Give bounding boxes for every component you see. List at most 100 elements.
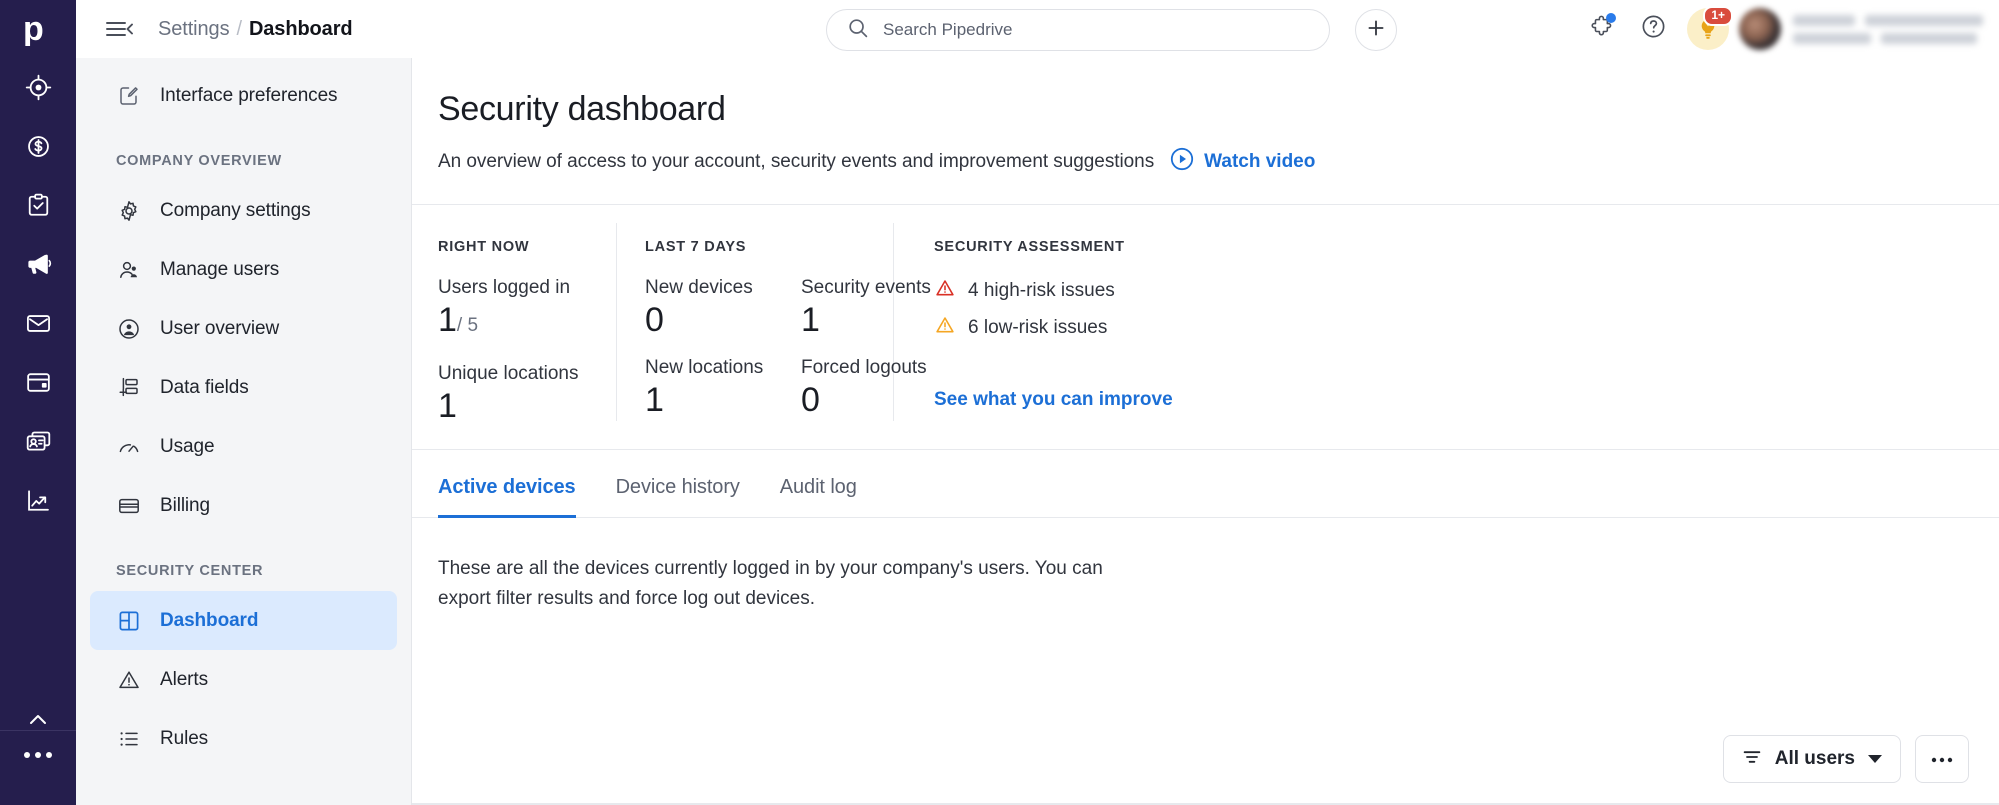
rail-more-dots-icon[interactable] (0, 752, 76, 758)
add-button[interactable] (1355, 9, 1397, 51)
page-header: Security dashboard An overview of access… (412, 58, 1999, 176)
search-placeholder: Search Pipedrive (883, 20, 1013, 39)
dashboard-grid-icon (116, 608, 142, 634)
stats-assessment-label: SECURITY ASSESSMENT (934, 239, 1125, 255)
notification-dot (1606, 13, 1616, 23)
stats-last-7-days-label: LAST 7 DAYS (645, 239, 747, 255)
tab-bar: Active devices Device history Audit log (412, 450, 1999, 518)
help-button[interactable] (1627, 0, 1679, 58)
stats-last-7-days-col-2: Security events 1 Forced logouts 0 (769, 239, 931, 449)
metric-value: 0 (801, 381, 820, 419)
user-circle-icon (116, 316, 142, 342)
assessment-row-high-risk: 4 high-risk issues (934, 277, 1173, 304)
warning-triangle-icon (116, 667, 142, 693)
page-subtitle-row: An overview of access to your account, s… (438, 147, 1999, 176)
sidebar-item-manage-users[interactable]: Manage users (90, 240, 397, 299)
tab-panel-active-devices: These are all the devices currently logg… (412, 518, 1999, 614)
sidebar-item-label: Usage (160, 435, 215, 457)
settings-sidebar: Interface preferences COMPANY OVERVIEW C… (76, 58, 412, 805)
metric-name: Users logged in (438, 277, 571, 298)
chevron-down-icon (1868, 755, 1882, 763)
metric-security-events: Security events 1 (801, 277, 931, 341)
sidebar-item-alerts[interactable]: Alerts (90, 650, 397, 709)
breadcrumb-separator: / (236, 17, 242, 40)
metric-forced-logouts: Forced logouts 0 (801, 357, 927, 421)
rail-item-mail[interactable] (0, 294, 76, 353)
user-menu[interactable] (1739, 8, 1983, 50)
primary-nav-rail: p (0, 0, 76, 805)
sidebar-item-data-fields[interactable]: Data fields (90, 358, 397, 417)
search-input[interactable]: Search Pipedrive (826, 9, 1330, 51)
watch-video-link[interactable]: Watch video (1170, 147, 1315, 176)
tab-active-devices[interactable]: Active devices (438, 450, 576, 518)
user-name-blurred (1793, 14, 1983, 44)
tab-audit-log[interactable]: Audit log (780, 450, 857, 518)
rail-item-insights[interactable] (0, 471, 76, 530)
metric-number: 1 (438, 301, 457, 339)
filter-icon (1742, 747, 1762, 772)
hamburger-collapse-icon[interactable] (104, 18, 134, 40)
top-bar: Settings / Dashboard Search Pipedrive 1+ (76, 0, 1999, 58)
sidebar-item-label: Company settings (160, 199, 311, 221)
metric-name: New locations (645, 357, 764, 378)
sidebar-item-label: User overview (160, 317, 280, 339)
metric-name: Unique locations (438, 363, 579, 384)
rail-divider (0, 730, 76, 731)
sidebar-item-rules[interactable]: Rules (90, 709, 397, 768)
sidebar-item-usage[interactable]: Usage (90, 417, 397, 476)
credit-card-icon (116, 493, 142, 519)
sidebar-item-label: Data fields (160, 376, 249, 398)
assessment-text: 6 low-risk issues (968, 316, 1108, 338)
see-what-you-can-improve-link[interactable]: See what you can improve (934, 389, 1173, 411)
search-container: Search Pipedrive (826, 9, 1330, 51)
stats-spacer-label (801, 239, 893, 255)
breadcrumb-current: Dashboard (248, 17, 353, 40)
rail-item-leads[interactable] (0, 58, 76, 117)
rail-item-campaigns[interactable] (0, 235, 76, 294)
more-dots-icon (1931, 750, 1953, 768)
more-options-button[interactable] (1915, 735, 1969, 783)
sidebar-item-user-overview[interactable]: User overview (90, 299, 397, 358)
sidebar-item-label: Manage users (160, 258, 280, 280)
main-content: Security dashboard An overview of access… (412, 58, 1999, 805)
sidebar-item-label: Alerts (160, 668, 208, 690)
sidebar-item-label: Interface preferences (160, 84, 338, 106)
panel-description: These are all the devices currently logg… (438, 558, 1103, 609)
sidebar-item-billing[interactable]: Billing (90, 476, 397, 535)
tips-button[interactable]: 1+ (1679, 0, 1737, 58)
metric-users-logged-in: Users logged in 1/ 5 (438, 277, 616, 347)
stats-last-7-days-col-1: LAST 7 DAYS New devices 0 New locations … (645, 239, 769, 449)
stats-last-7-days: LAST 7 DAYS New devices 0 New locations … (617, 239, 931, 449)
svg-text:p: p (23, 12, 44, 46)
tab-device-history[interactable]: Device history (616, 450, 740, 518)
users-icon (116, 257, 142, 283)
rail-item-projects[interactable] (0, 353, 76, 412)
stats-right-now-label: RIGHT NOW (438, 239, 530, 255)
rail-collapse-chevron-up-icon[interactable] (0, 712, 76, 726)
metric-name: New devices (645, 277, 753, 298)
list-rules-icon (116, 726, 142, 752)
tips-badge: 1+ (1703, 6, 1733, 26)
rail-item-activities[interactable] (0, 176, 76, 235)
sidebar-item-interface-preferences[interactable]: Interface preferences (90, 66, 397, 125)
marketplace-button[interactable] (1575, 0, 1627, 58)
metric-value: 1/ 5 (438, 299, 616, 347)
user-filter-button[interactable]: All users (1722, 735, 1901, 783)
page-subtitle: An overview of access to your account, s… (438, 150, 1155, 172)
interface-preferences-icon (116, 83, 142, 109)
sidebar-item-dashboard[interactable]: Dashboard (90, 591, 397, 650)
sidebar-group-title-company-overview: COMPANY OVERVIEW (116, 153, 282, 169)
sidebar-item-company-settings[interactable]: Company settings (90, 181, 397, 240)
pipedrive-logo-icon[interactable]: p (0, 0, 76, 58)
sidebar-group-title-security-center: SECURITY CENTER (116, 563, 264, 579)
gear-icon (116, 198, 142, 224)
breadcrumb-parent[interactable]: Settings (158, 18, 230, 41)
panel-toolbar: All users (1722, 735, 1969, 783)
rail-item-contacts[interactable] (0, 412, 76, 471)
question-mark-icon (1640, 13, 1667, 45)
rail-item-deals[interactable] (0, 117, 76, 176)
search-icon (847, 17, 869, 44)
avatar (1739, 8, 1781, 50)
high-risk-warning-icon (934, 277, 956, 304)
gauge-icon (116, 434, 142, 460)
